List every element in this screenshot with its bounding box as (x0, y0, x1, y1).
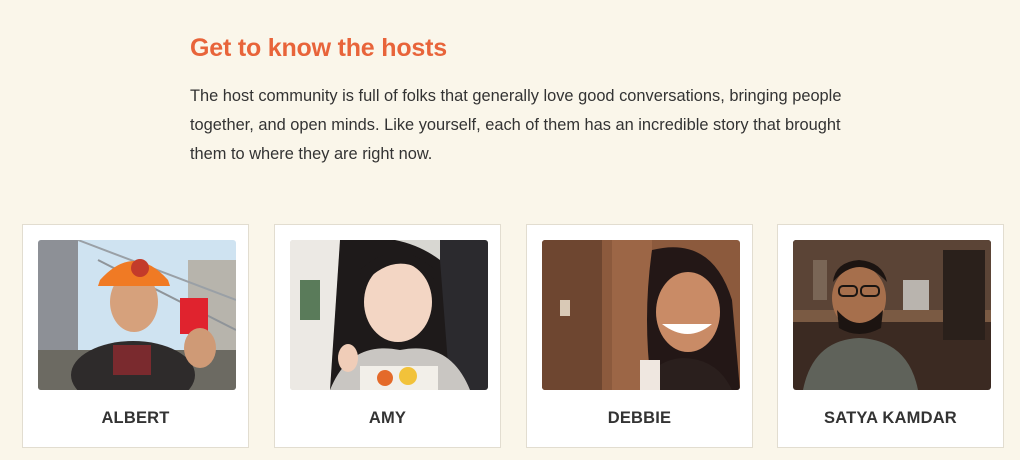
host-photo-amy[interactable] (290, 240, 488, 390)
host-photo-debbie[interactable] (542, 240, 740, 390)
host-name[interactable]: DEBBIE (527, 409, 752, 428)
host-photo-satya-kamdar[interactable] (793, 240, 991, 390)
host-name[interactable]: SATYA KAMDAR (778, 409, 1003, 428)
host-card-satya-kamdar[interactable]: SATYA KAMDAR (777, 224, 1004, 448)
hosts-intro: Get to know the hosts The host community… (190, 34, 850, 169)
host-name[interactable]: ALBERT (23, 409, 248, 428)
host-card-amy[interactable]: AMY (274, 224, 501, 448)
host-card-debbie[interactable]: DEBBIE (526, 224, 753, 448)
host-name[interactable]: AMY (275, 409, 500, 428)
section-heading: Get to know the hosts (190, 34, 447, 62)
section-description: The host community is full of folks that… (190, 87, 842, 163)
host-cards: ALBERT AMY DEBBIE SATYA KAMDAR (22, 224, 1007, 450)
host-card-albert[interactable]: ALBERT (22, 224, 249, 448)
host-photo-albert[interactable] (38, 240, 236, 390)
